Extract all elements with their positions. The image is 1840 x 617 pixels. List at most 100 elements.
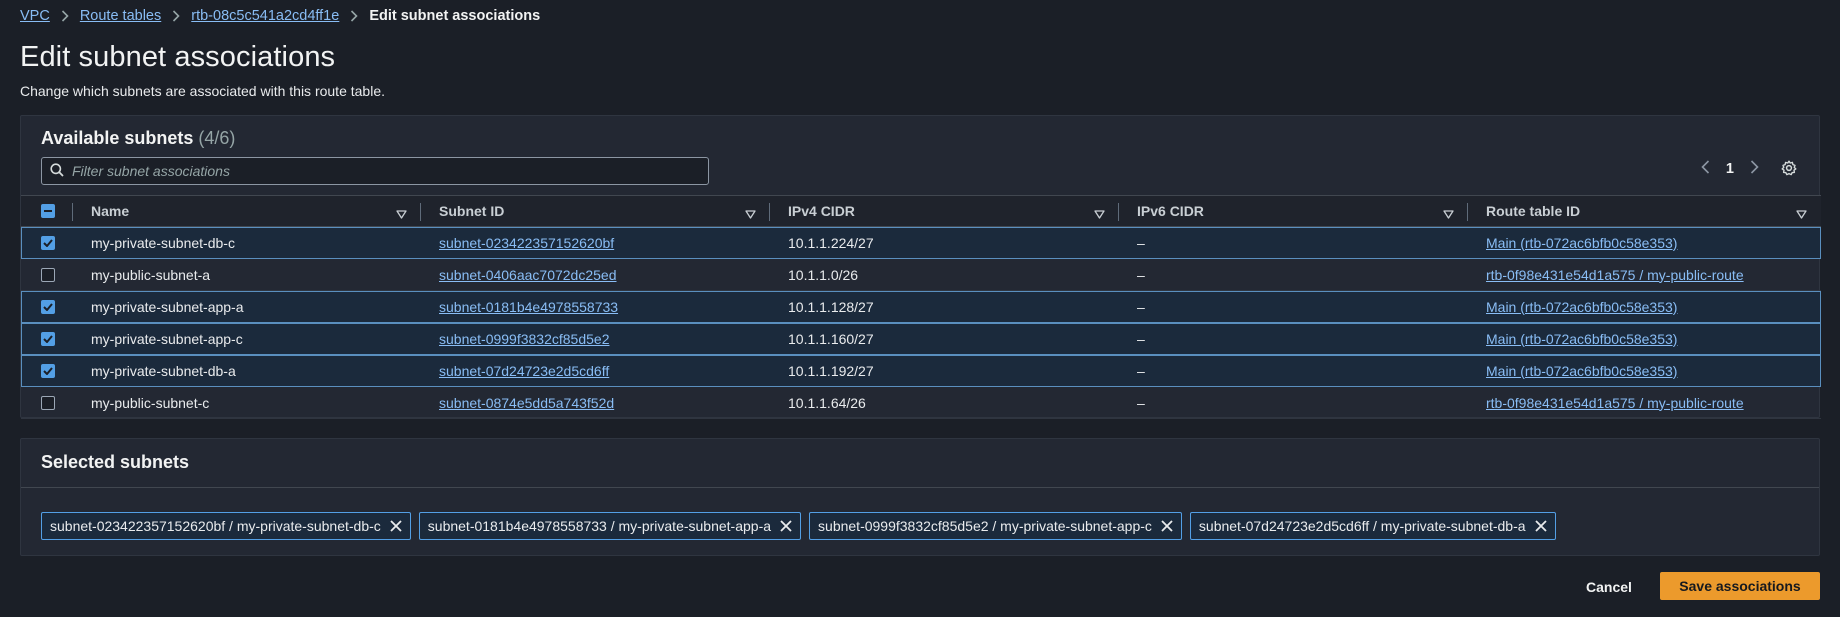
cell-name: my-private-subnet-app-a [91, 298, 244, 315]
cell-ipv4-cidr: 10.1.1.64/26 [788, 394, 866, 411]
row-checkbox-cell[interactable] [21, 291, 73, 322]
selected-subnet-token: subnet-0181b4e4978558733 / my-private-su… [418, 512, 802, 540]
cell-ipv6-cidr: – [1137, 298, 1145, 315]
page-number[interactable]: 1 [1726, 161, 1734, 177]
row-checkbox-cell[interactable] [21, 323, 73, 354]
subnets-table: Name Subnet ID IPv4 CIDR IPv6 CIDR Route [21, 195, 1821, 419]
cell-ipv6-cidr: – [1137, 234, 1145, 251]
cancel-button[interactable]: Cancel [1572, 574, 1646, 600]
subnet-id-link[interactable]: subnet-023422357152620bf [439, 235, 614, 251]
cell-subnet-id: subnet-0999f3832cf85d5e2 [421, 323, 770, 354]
cell-ipv4-cidr: 10.1.1.128/27 [788, 298, 874, 315]
caret-down-icon[interactable] [1443, 206, 1454, 222]
table-row[interactable]: my-public-subnet-c subnet-0874e5dd5a743f… [21, 387, 1821, 419]
row-checkbox[interactable] [41, 363, 55, 378]
row-checkbox[interactable] [41, 235, 55, 250]
cell-ipv4-cidr: 10.1.1.0/26 [788, 266, 859, 283]
chevron-right-icon [350, 10, 358, 22]
breadcrumb-route-tables[interactable]: Route tables [80, 8, 161, 24]
filter-box[interactable] [41, 157, 709, 185]
subnet-id-link[interactable]: subnet-0181b4e4978558733 [439, 299, 618, 315]
route-table-link[interactable]: rtb-0f98e431e54d1a575 / my-public-route [1486, 267, 1744, 283]
chevron-right-icon [172, 10, 180, 22]
column-header-subnet-id[interactable]: Subnet ID [421, 196, 770, 226]
cell-ipv6-cidr: – [1137, 394, 1145, 411]
cell-ipv4-cidr: 10.1.1.224/27 [788, 234, 874, 251]
chevron-right-icon [61, 10, 69, 22]
cell-name: my-public-subnet-c [91, 394, 210, 411]
route-table-link[interactable]: Main (rtb-072ac6bfb0c58e353) [1486, 299, 1677, 315]
close-icon[interactable] [1534, 520, 1547, 532]
filter-input[interactable] [72, 163, 672, 179]
cell-subnet-id: subnet-023422357152620bf [421, 227, 770, 258]
available-subnets-panel: Available subnets (4/6) 1 [20, 115, 1821, 419]
table-row[interactable]: my-private-subnet-db-a subnet-07d24723e2… [21, 355, 1821, 387]
caret-down-icon[interactable] [745, 206, 756, 222]
gear-icon[interactable] [1781, 160, 1797, 179]
subnet-id-link[interactable]: subnet-0874e5dd5a743f52d [439, 395, 614, 411]
available-subnets-count: (4/6) [198, 128, 236, 148]
cell-ipv4-cidr: 10.1.1.160/27 [788, 330, 874, 347]
close-icon[interactable] [1161, 520, 1173, 532]
table-row[interactable]: my-private-subnet-app-c subnet-0999f3832… [21, 323, 1821, 355]
cell-ipv6-cidr: – [1137, 330, 1145, 347]
token-label: subnet-023422357152620bf / my-private-su… [50, 518, 381, 534]
column-header-ipv4-cidr[interactable]: IPv4 CIDR [770, 196, 1119, 226]
check-icon [43, 238, 53, 247]
caret-down-icon[interactable] [1796, 206, 1807, 222]
cell-name: my-private-subnet-db-a [91, 362, 236, 379]
table-row[interactable]: my-public-subnet-a subnet-0406aac7072dc2… [21, 259, 1821, 291]
caret-down-icon[interactable] [1094, 206, 1105, 222]
token-label: subnet-0181b4e4978558733 / my-private-su… [427, 518, 772, 534]
column-header-ipv6-cidr[interactable]: IPv6 CIDR [1119, 196, 1468, 226]
table-row[interactable]: my-private-subnet-db-c subnet-0234223571… [21, 227, 1821, 259]
row-checkbox-cell[interactable] [21, 227, 73, 258]
cell-route-table-id: Main (rtb-072ac6bfb0c58e353) [1468, 291, 1821, 322]
subnet-id-link[interactable]: subnet-07d24723e2d5cd6ff [439, 363, 609, 379]
breadcrumb-vpc[interactable]: VPC [20, 8, 50, 24]
row-checkbox-cell[interactable] [21, 387, 73, 418]
route-table-link[interactable]: Main (rtb-072ac6bfb0c58e353) [1486, 363, 1677, 379]
check-icon [43, 334, 53, 343]
breadcrumb-current: Edit subnet associations [369, 8, 541, 24]
route-table-link[interactable]: Main (rtb-072ac6bfb0c58e353) [1486, 235, 1677, 251]
token-label: subnet-0999f3832cf85d5e2 / my-private-su… [818, 518, 1152, 534]
chevron-left-icon[interactable] [1701, 160, 1710, 177]
table-row[interactable]: my-private-subnet-app-a subnet-0181b4e49… [21, 291, 1821, 323]
row-checkbox[interactable] [41, 267, 55, 282]
cell-route-table-id: Main (rtb-072ac6bfb0c58e353) [1468, 227, 1821, 258]
search-icon [50, 162, 64, 180]
breadcrumb: VPC Route tables rtb-08c5c541a2cd4ff1e E… [20, 8, 540, 24]
cell-ipv4-cidr: 10.1.1.192/27 [788, 362, 874, 379]
cell-ipv6-cidr: – [1137, 266, 1145, 283]
check-icon [43, 302, 53, 311]
select-all-checkbox[interactable] [21, 196, 73, 226]
subnet-id-link[interactable]: subnet-0406aac7072dc25ed [439, 267, 617, 283]
page-description: Change which subnets are associated with… [20, 83, 385, 99]
route-table-link[interactable]: rtb-0f98e431e54d1a575 / my-public-route [1486, 395, 1744, 411]
row-checkbox[interactable] [41, 299, 55, 314]
caret-down-icon[interactable] [396, 206, 407, 222]
route-table-link[interactable]: Main (rtb-072ac6bfb0c58e353) [1486, 331, 1677, 347]
selected-subnet-token: subnet-07d24723e2d5cd6ff / my-private-su… [1189, 512, 1556, 540]
cell-ipv6-cidr: – [1137, 362, 1145, 379]
cell-route-table-id: rtb-0f98e431e54d1a575 / my-public-route [1468, 259, 1821, 290]
selected-subnet-token: subnet-0999f3832cf85d5e2 / my-private-su… [809, 512, 1182, 540]
close-icon[interactable] [390, 520, 402, 532]
token-label: subnet-07d24723e2d5cd6ff / my-private-su… [1198, 518, 1526, 534]
page-title: Edit subnet associations [20, 41, 336, 73]
save-associations-button[interactable]: Save associations [1660, 572, 1820, 600]
available-subnets-title: Available subnets [41, 128, 194, 148]
row-checkbox-cell[interactable] [21, 355, 73, 386]
breadcrumb-route-table-id[interactable]: rtb-08c5c541a2cd4ff1e [191, 8, 339, 24]
close-icon[interactable] [780, 520, 792, 532]
cell-subnet-id: subnet-0181b4e4978558733 [421, 291, 770, 322]
column-header-route-table-id[interactable]: Route table ID [1468, 196, 1821, 226]
row-checkbox[interactable] [41, 395, 55, 410]
row-checkbox-cell[interactable] [21, 259, 73, 290]
row-checkbox[interactable] [41, 331, 55, 346]
subnet-id-link[interactable]: subnet-0999f3832cf85d5e2 [439, 331, 609, 347]
minus-icon[interactable] [41, 204, 55, 218]
chevron-right-icon[interactable] [1750, 160, 1759, 177]
column-header-name[interactable]: Name [73, 196, 421, 226]
